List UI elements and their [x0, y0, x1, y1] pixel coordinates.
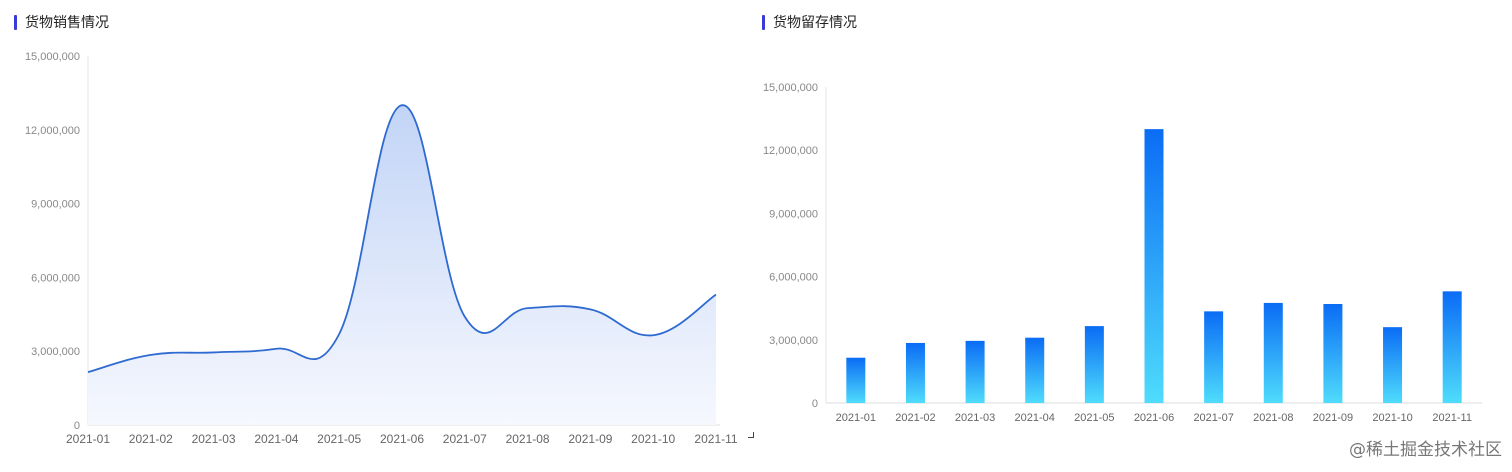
retention-bar	[1323, 303, 1343, 403]
retention-bar	[1084, 326, 1104, 403]
x-tick-label: 2021-10	[1372, 412, 1412, 424]
x-tick-label: 2021-04	[254, 432, 298, 446]
y-tick-label: 12,000,000	[763, 145, 818, 157]
x-tick-label: 2021-03	[955, 412, 995, 424]
sales-area-fill	[88, 105, 716, 426]
x-tick-label: 2021-05	[1074, 412, 1114, 424]
y-tick-label: 6,000,000	[31, 272, 80, 284]
x-tick-label: 2021-08	[506, 432, 550, 446]
x-tick-label: 2021-07	[443, 432, 487, 446]
retention-bar	[1383, 327, 1403, 403]
y-tick-label: 15,000,000	[25, 51, 80, 63]
y-tick-label: 0	[812, 398, 818, 410]
x-tick-label: 2021-01	[66, 432, 110, 446]
y-tick-label: 15,000,000	[763, 82, 818, 94]
retention-bar	[1204, 311, 1224, 403]
sales-area-chart: 0 3,000,000 6,000,000 9,000,000 12,000,000 15…	[25, 51, 738, 446]
x-tick-label: 2021-11	[694, 432, 737, 446]
retention-bar-chart: 0 3,000,000 6,000,000 9,000,000 12,000,000 15…	[763, 82, 1482, 424]
retention-bar	[1442, 291, 1462, 403]
retention-bar	[846, 357, 866, 403]
x-tick-label: 2021-09	[568, 432, 612, 446]
retention-bar	[905, 342, 925, 403]
x-tick-label: 2021-05	[317, 432, 361, 446]
x-tick-label: 2021-02	[895, 412, 935, 424]
retention-panel: 货物留存情况 0 3,000,000 6,000,000 9,000,000 12,00…	[756, 0, 1512, 472]
resize-corner-icon	[748, 432, 754, 438]
y-tick-label: 12,000,000	[25, 125, 80, 137]
y-tick-label: 6,000,000	[769, 272, 818, 284]
x-tick-label: 2021-11	[1432, 412, 1472, 424]
y-tick-label: 9,000,000	[769, 208, 818, 220]
x-tick-label: 2021-09	[1313, 412, 1353, 424]
x-tick-label: 2021-03	[192, 432, 236, 446]
sales-panel: 货物销售情况 0 3,000,000 6,000,000 9,000,000 12,00…	[0, 0, 754, 472]
x-tick-label: 2021-07	[1193, 412, 1233, 424]
x-tick-label: 2021-04	[1015, 412, 1055, 424]
y-tick-label: 9,000,000	[31, 199, 80, 211]
y-tick-label: 3,000,000	[769, 335, 818, 347]
retention-bar	[1144, 129, 1164, 403]
x-tick-label: 2021-08	[1253, 412, 1293, 424]
y-tick-label: 0	[74, 420, 80, 432]
x-tick-label: 2021-06	[1134, 412, 1174, 424]
y-tick-label: 3,000,000	[31, 346, 80, 358]
x-tick-label: 2021-10	[631, 432, 675, 446]
x-tick-label: 2021-02	[129, 432, 173, 446]
x-tick-label: 2021-06	[380, 432, 424, 446]
retention-bar	[1025, 337, 1045, 403]
watermark: @稀土掘金技术社区	[1349, 440, 1502, 460]
x-tick-label: 2021-01	[836, 412, 876, 424]
retention-bar	[1263, 302, 1283, 403]
retention-bar	[965, 340, 985, 403]
